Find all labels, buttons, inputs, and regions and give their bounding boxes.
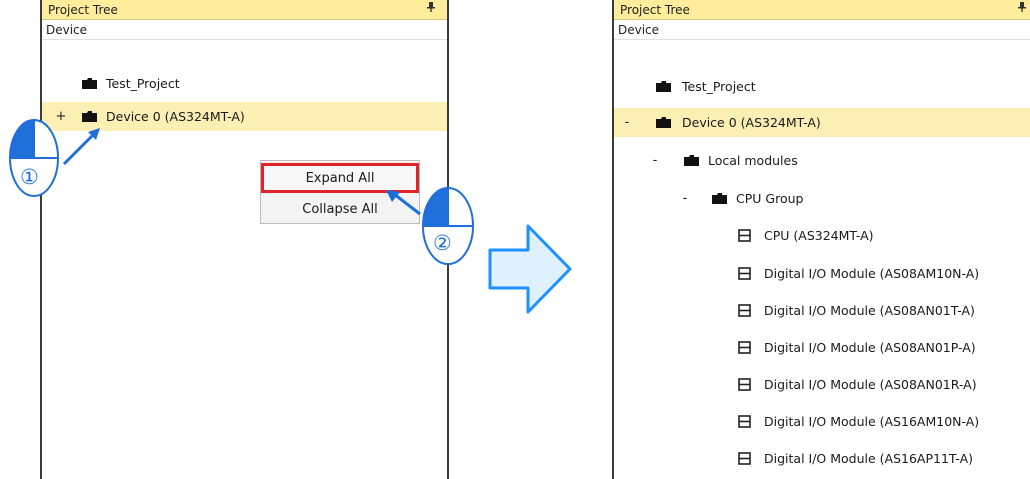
tree-item-module[interactable]: Digital I/O Module (AS08AN01R-A): [614, 370, 1030, 399]
panel-title: Project Tree: [48, 2, 118, 17]
tree-item-label: Test_Project: [106, 76, 180, 91]
pointer-arrow-1: [62, 128, 100, 166]
tree-item-module[interactable]: Digital I/O Module (AS16AM10N-A): [614, 407, 1030, 436]
tree-item-label: Device 0 (AS324MT-A): [682, 115, 821, 130]
module-icon: [738, 452, 751, 465]
tree-item-label: Device 0 (AS324MT-A): [106, 109, 245, 124]
tree-item-local-modules[interactable]: - Local modules: [614, 146, 1030, 175]
folder-icon: [684, 155, 699, 166]
tree-item-module[interactable]: Digital I/O Module (AS08AM10N-A): [614, 259, 1030, 288]
tree-item-label: Local modules: [708, 153, 798, 168]
collapse-toggle[interactable]: -: [620, 115, 634, 130]
project-tree-panel-before: Project Tree Device Test_Project + Devic…: [40, 0, 449, 479]
panel-title-bar: Project Tree: [42, 0, 447, 20]
module-icon: [738, 229, 751, 242]
tree-item-module[interactable]: CPU (AS324MT-A): [614, 221, 1030, 250]
device-header: Device: [614, 20, 1030, 40]
module-icon: [738, 378, 751, 391]
module-icon: [738, 267, 751, 280]
tree-item-label: Digital I/O Module (AS08AN01R-A): [764, 377, 977, 392]
panel-title: Project Tree: [620, 2, 690, 17]
module-icon: [738, 304, 751, 317]
step-marker-1: ①: [20, 165, 39, 189]
tree-item-label: Digital I/O Module (AS08AN01P-A): [764, 340, 976, 355]
tree-item-label: CPU (AS324MT-A): [764, 228, 874, 243]
folder-icon: [82, 78, 97, 89]
tree-item-label: Digital I/O Module (AS08AM10N-A): [764, 266, 980, 281]
folder-icon: [656, 81, 671, 92]
tree-item-module[interactable]: Digital I/O Module (AS08AN01T-A): [614, 296, 1030, 325]
tree-item-label: Digital I/O Module (AS16AP11T-A): [764, 451, 974, 466]
left-click-mouse-icon: ①: [8, 116, 64, 202]
step-marker-2: ②: [433, 231, 452, 255]
left-click-mouse-icon-2: ②: [420, 184, 478, 270]
module-icon: [738, 341, 751, 354]
tree-item-label: Digital I/O Module (AS16AM10N-A): [764, 414, 980, 429]
collapse-toggle[interactable]: -: [678, 191, 692, 206]
folder-icon: [712, 193, 727, 204]
folder-icon: [656, 117, 671, 128]
folder-icon: [82, 111, 97, 122]
pin-icon[interactable]: [427, 2, 435, 15]
panel-title-bar: Project Tree: [614, 0, 1030, 20]
tree-item-module[interactable]: Digital I/O Module (AS08AN01P-A): [614, 333, 1030, 362]
pin-icon[interactable]: [1018, 2, 1026, 15]
tree-item-test-project[interactable]: Test_Project: [42, 69, 447, 98]
device-header: Device: [42, 20, 447, 40]
tree-item-label: CPU Group: [736, 191, 804, 206]
pointer-arrow-2: [386, 190, 421, 216]
project-tree-panel-after: Project Tree Device Test_Project - Devic…: [612, 0, 1030, 479]
module-icon: [738, 415, 751, 428]
tree-item-test-project[interactable]: Test_Project: [614, 72, 1030, 101]
tree-item-label: Digital I/O Module (AS08AN01T-A): [764, 303, 975, 318]
tree-item-device-0[interactable]: - Device 0 (AS324MT-A): [614, 108, 1030, 137]
collapse-toggle[interactable]: -: [648, 153, 662, 168]
transition-arrow-icon: [488, 224, 572, 314]
tree-item-cpu-group[interactable]: - CPU Group: [614, 184, 1030, 213]
tree-item-label: Test_Project: [682, 79, 756, 94]
tree-item-module[interactable]: Digital I/O Module (AS16AP11T-A): [614, 444, 1030, 473]
